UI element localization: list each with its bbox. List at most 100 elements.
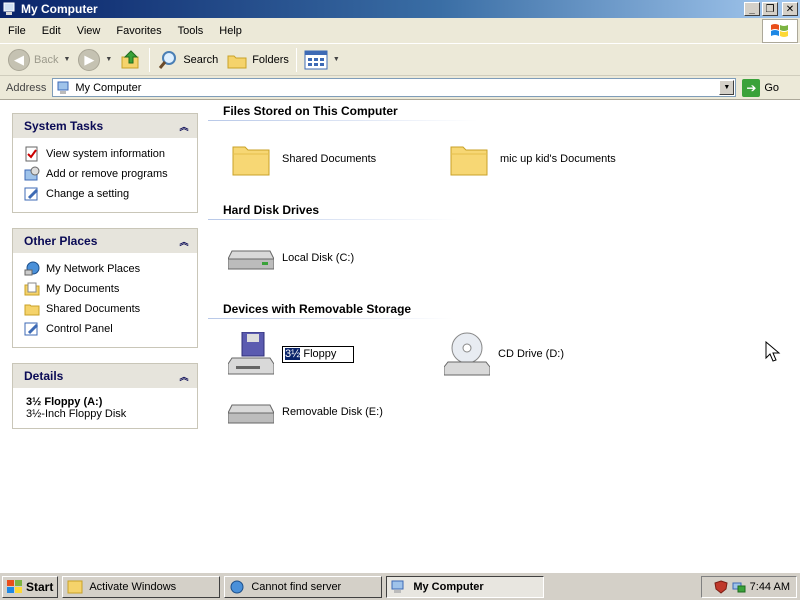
forward-button[interactable]: ▶ ▼	[74, 47, 116, 73]
folders-button[interactable]: Folders	[222, 47, 293, 73]
task-label: Add or remove programs	[46, 168, 168, 180]
place-shared-documents[interactable]: Shared Documents	[24, 299, 187, 319]
my-computer-icon	[391, 580, 404, 593]
details-panel: Details ︽ 3½ Floppy (A:) 3½-Inch Floppy …	[12, 363, 198, 429]
details-item-type: 3½-Inch Floppy Disk	[26, 408, 127, 420]
clock: 7:44 AM	[749, 581, 790, 593]
start-label: Start	[26, 579, 54, 594]
section-divider	[208, 219, 458, 220]
other-places-panel: Other Places ︽ My Network Places My Docu…	[12, 228, 198, 348]
rename-input[interactable]: 3½ Floppy	[282, 345, 354, 363]
system-tasks-title: System Tasks	[24, 119, 104, 133]
network-icon[interactable]	[732, 580, 746, 594]
item-floppy-a[interactable]: 3½ Floppy	[228, 332, 354, 375]
task-change-setting[interactable]: Change a setting	[24, 184, 187, 204]
section-files-stored: Files Stored on This Computer	[223, 104, 398, 118]
task-label: Change a setting	[46, 188, 130, 200]
taskbar-button-cannot-find-server[interactable]: Cannot find server	[224, 575, 383, 598]
task-pane: System Tasks ︽ View system information A…	[0, 101, 208, 572]
menu-help[interactable]: Help	[211, 21, 250, 41]
minimize-button[interactable]: _	[744, 2, 760, 16]
my-documents-icon	[24, 281, 40, 297]
content-area: Files Stored on This Computer Shared Doc…	[208, 101, 800, 572]
system-info-icon	[24, 146, 40, 162]
place-my-network-places[interactable]: My Network Places	[24, 259, 187, 279]
item-shared-documents[interactable]: Shared Documents	[228, 138, 376, 180]
task-add-remove-programs[interactable]: Add or remove programs	[24, 164, 187, 184]
address-input[interactable]: My Computer ▼	[52, 78, 737, 97]
up-button[interactable]	[116, 47, 146, 73]
taskbar-button-activate-windows[interactable]: Activate Windows	[62, 575, 221, 598]
place-label: My Network Places	[46, 263, 141, 275]
hard-disk-icon	[228, 237, 274, 279]
item-cd-drive-d[interactable]: CD Drive (D:)	[444, 332, 564, 376]
menu-edit[interactable]: Edit	[34, 21, 69, 41]
details-item-name: 3½ Floppy (A:)	[26, 396, 103, 408]
security-shield-icon[interactable]	[714, 580, 728, 594]
go-button[interactable]: ➔ Go	[742, 78, 780, 97]
start-button[interactable]: Start	[2, 575, 59, 598]
mouse-cursor-icon	[765, 341, 781, 362]
back-button[interactable]: ◀ Back ▼	[4, 47, 74, 73]
taskbar-button-label: Cannot find server	[251, 580, 342, 593]
activate-windows-icon	[67, 580, 83, 593]
menu-view[interactable]: View	[69, 21, 109, 41]
address-value: My Computer	[75, 81, 142, 94]
address-dropdown-icon[interactable]: ▼	[719, 80, 735, 95]
folders-label: Folders	[252, 53, 289, 66]
search-label: Search	[183, 53, 219, 66]
task-view-system-information[interactable]: View system information	[24, 144, 187, 164]
maximize-button[interactable]: ❐	[762, 2, 778, 16]
toolbar-separator	[149, 47, 151, 72]
item-label: mic up kid's Documents	[500, 153, 616, 165]
views-icon	[304, 50, 328, 69]
folder-up-icon	[121, 49, 139, 68]
collapse-icon[interactable]: ︽	[177, 234, 191, 248]
internet-explorer-icon	[230, 580, 244, 593]
menu-favorites[interactable]: Favorites	[108, 21, 169, 41]
views-dropdown-icon[interactable]: ▼	[333, 56, 340, 63]
item-local-disk-c[interactable]: Local Disk (C:)	[228, 237, 354, 279]
system-tasks-header[interactable]: System Tasks ︽	[13, 114, 197, 138]
details-header[interactable]: Details ︽	[13, 364, 197, 388]
collapse-icon[interactable]: ︽	[177, 369, 191, 383]
control-panel-icon	[24, 321, 40, 337]
title-bar[interactable]: My Computer _ ❐ ✕	[0, 0, 800, 18]
close-button[interactable]: ✕	[782, 2, 798, 16]
section-divider	[208, 318, 453, 319]
taskbar-button-label: My Computer	[413, 580, 484, 593]
views-button[interactable]: ▼	[300, 47, 344, 73]
rename-rest-text: Floppy	[300, 347, 337, 360]
rename-selected-text: 3½	[285, 347, 301, 360]
place-label: Shared Documents	[46, 303, 141, 315]
my-computer-icon	[57, 81, 69, 94]
place-my-documents[interactable]: My Documents	[24, 279, 187, 299]
folder-icon	[228, 138, 274, 180]
item-removable-disk-e[interactable]: Removable Disk (E:)	[228, 391, 383, 433]
place-control-panel[interactable]: Control Panel	[24, 319, 187, 339]
section-removable-storage: Devices with Removable Storage	[223, 302, 412, 316]
taskbar-button-my-computer[interactable]: My Computer	[386, 575, 545, 598]
forward-dropdown-icon[interactable]: ▼	[105, 56, 112, 63]
windows-logo-icon	[762, 19, 798, 43]
search-button[interactable]: Search	[153, 47, 222, 73]
add-remove-programs-icon	[24, 166, 40, 182]
network-places-icon	[24, 261, 40, 277]
taskbar: Start Activate Windows Cannot find serve…	[0, 572, 800, 600]
collapse-icon[interactable]: ︽	[177, 119, 191, 133]
go-label: Go	[764, 81, 780, 94]
floppy-drive-icon	[228, 332, 274, 375]
change-setting-icon	[24, 186, 40, 202]
other-places-header[interactable]: Other Places ︽	[13, 229, 197, 253]
menu-file[interactable]: File	[0, 21, 34, 41]
removable-disk-icon	[228, 391, 274, 433]
address-label: Address	[6, 81, 47, 94]
back-label: Back	[34, 53, 59, 66]
folder-icon	[24, 301, 40, 317]
section-hard-disk-drives: Hard Disk Drives	[223, 203, 320, 217]
cd-drive-icon	[444, 332, 490, 376]
menu-tools[interactable]: Tools	[170, 21, 212, 41]
back-dropdown-icon[interactable]: ▼	[63, 56, 70, 63]
item-label: Local Disk (C:)	[282, 252, 355, 264]
item-user-documents[interactable]: mic up kid's Documents	[446, 138, 616, 180]
